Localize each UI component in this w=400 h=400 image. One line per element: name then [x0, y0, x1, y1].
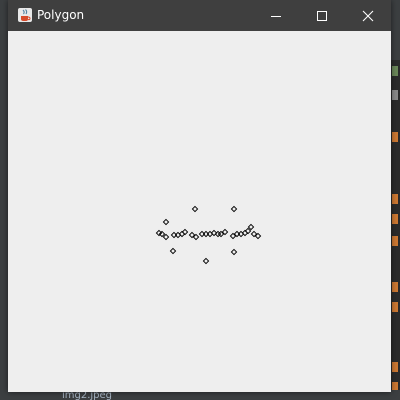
ide-gutter-mark [392, 194, 398, 204]
maximize-button[interactable] [299, 0, 345, 31]
diamond-icon [162, 218, 170, 226]
close-button[interactable] [345, 0, 391, 31]
diamond-icon [230, 248, 238, 256]
ide-gutter-mark [392, 282, 398, 292]
window-title: Polygon [37, 8, 85, 22]
ide-gutter-mark [392, 302, 398, 312]
diamond-icon [230, 205, 238, 213]
ide-gutter-mark [392, 132, 398, 142]
polygon-window: Polygon [8, 0, 391, 392]
ide-gutter-mark [392, 90, 398, 100]
minimize-icon [271, 15, 281, 17]
ide-gutter-mark [392, 214, 398, 224]
polygon-canvas [155, 205, 262, 265]
ide-editor-edge [390, 60, 400, 400]
diamond-icon [191, 205, 199, 213]
drawing-canvas[interactable] [8, 31, 391, 392]
diamond-icon [247, 223, 255, 231]
diamond-icon [202, 257, 210, 265]
window-titlebar[interactable]: Polygon [8, 0, 391, 31]
minimize-button[interactable] [253, 0, 299, 31]
maximize-icon [317, 10, 327, 21]
diamond-icon [169, 247, 177, 255]
ide-file-label[interactable]: img2.jpeg [62, 391, 112, 400]
java-cup-icon[interactable] [17, 7, 33, 23]
ide-gutter-mark [392, 66, 398, 76]
ide-gutter-mark [392, 236, 398, 246]
ide-gutter-mark [392, 362, 398, 372]
diamond-icon [162, 233, 170, 241]
close-icon [362, 10, 374, 21]
